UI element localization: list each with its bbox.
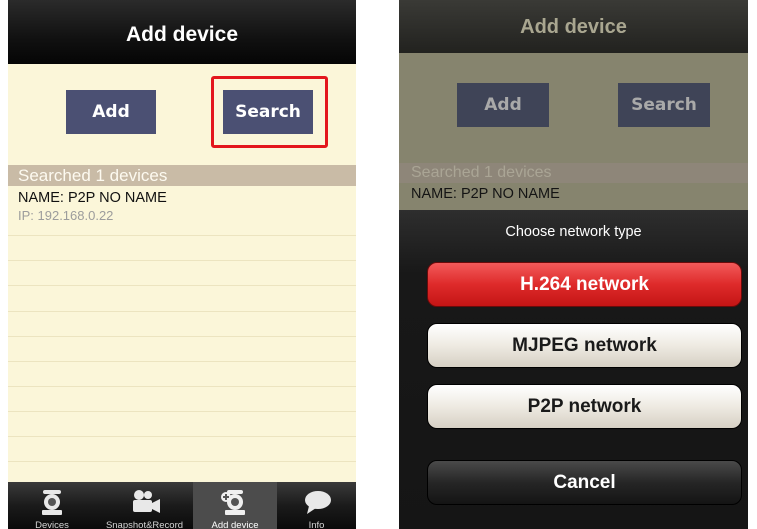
add-button[interactable]: Add (66, 90, 156, 134)
device-name-dimmed: NAME: P2P NO NAME (411, 186, 560, 202)
tab-add-device[interactable]: Add device (193, 482, 277, 529)
section-header-dimmed: Searched 1 devices (399, 163, 748, 183)
add-button-dimmed: Add (457, 83, 549, 127)
h264-network-button[interactable]: H.264 network (427, 262, 742, 307)
row-divider (8, 386, 356, 387)
nav-bar-dimmed: Add device (399, 0, 748, 53)
row-divider (8, 436, 356, 437)
action-sheet: Choose network type H.264 network MJPEG … (399, 210, 748, 529)
row-divider (8, 260, 356, 261)
tab-info[interactable]: Info (277, 482, 356, 529)
video-camera-icon (132, 490, 160, 513)
tab-snapshot-record[interactable]: Snapshot&Record (96, 482, 193, 529)
tab-label: Info (308, 520, 325, 529)
camera-icon (42, 490, 62, 515)
mjpeg-network-button[interactable]: MJPEG network (427, 323, 742, 368)
row-divider (8, 336, 356, 337)
tab-label: Add device (211, 520, 259, 529)
search-button-dimmed: Search (618, 83, 710, 127)
page-title: Add device (125, 23, 239, 46)
p2p-network-button[interactable]: P2P network (427, 384, 742, 429)
device-ip: IP: 192.168.0.22 (18, 208, 114, 223)
nav-bar: Add device (8, 0, 356, 64)
row-divider (8, 411, 356, 412)
add-camera-icon (221, 490, 245, 515)
row-divider (8, 285, 356, 286)
right-screen: Add device Add Search Searched 1 devices… (399, 0, 748, 529)
button-area: Add Search (8, 64, 356, 164)
left-screen: Add device Add Search Searched 1 devices… (8, 0, 356, 529)
cancel-button[interactable]: Cancel (427, 460, 742, 505)
tab-devices[interactable]: Devices (8, 482, 96, 529)
row-divider (8, 311, 356, 312)
tab-label: Devices (35, 520, 69, 529)
device-name: NAME: P2P NO NAME (18, 190, 167, 206)
row-divider (8, 361, 356, 362)
page-title-dimmed: Add device (520, 16, 627, 38)
dimmed-background: Add device Add Search Searched 1 devices… (399, 0, 748, 213)
action-sheet-title: Choose network type (505, 224, 642, 240)
section-header: Searched 1 devices (8, 165, 356, 186)
row-divider (8, 461, 356, 462)
tab-bar: Devices Snapshot&Record Add device Info (8, 482, 356, 529)
tab-label: Snapshot&Record (105, 520, 184, 529)
search-button[interactable]: Search (223, 90, 313, 134)
row-divider (8, 235, 356, 236)
content-dimmed: Add Search Searched 1 devices NAME: P2P … (399, 53, 748, 213)
speech-bubble-icon (304, 491, 331, 514)
device-row[interactable]: NAME: P2P NO NAME IP: 192.168.0.22 (8, 187, 356, 234)
